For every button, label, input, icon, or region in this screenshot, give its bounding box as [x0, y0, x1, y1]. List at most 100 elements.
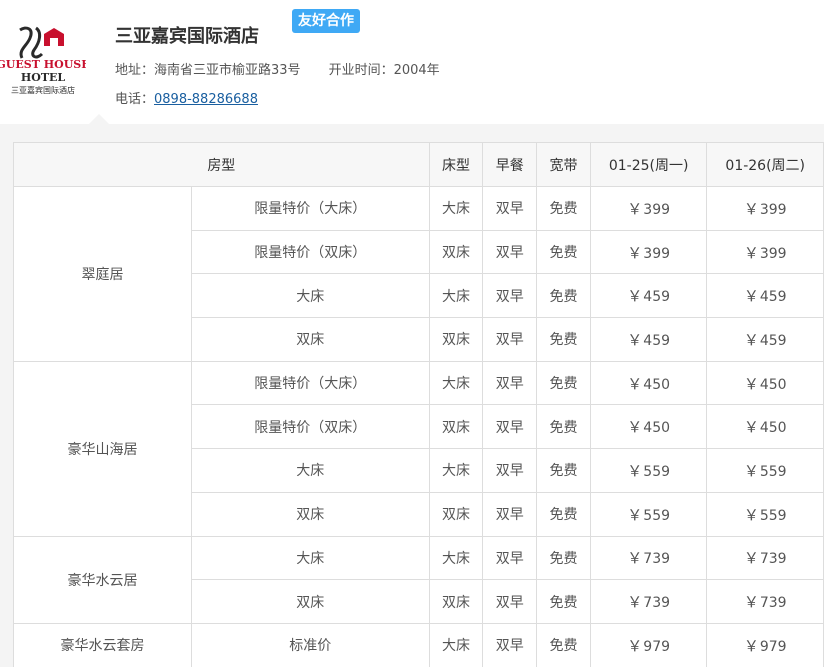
price-value: 459	[643, 332, 671, 349]
currency-symbol: ￥	[743, 330, 759, 349]
price-date-2[interactable]: ￥399	[706, 229, 824, 275]
price-date-2[interactable]: ￥739	[706, 535, 824, 581]
price-value: 450	[643, 420, 671, 437]
price-value: 399	[643, 201, 671, 218]
internet: 免费	[536, 579, 591, 624]
svg-text:三亚嘉宾国际酒店: 三亚嘉宾国际酒店	[11, 85, 75, 95]
price-date-2[interactable]: ￥450	[706, 360, 824, 406]
hotel-header: GUEST HOUSE HOTEL 三亚嘉宾国际酒店 三亚嘉宾国际酒店 友好合作…	[0, 0, 824, 124]
price-date-2[interactable]: ￥399	[706, 186, 824, 231]
price-value: 979	[643, 638, 671, 655]
header-room-type: 房型	[13, 142, 430, 187]
internet: 免费	[536, 404, 591, 450]
currency-symbol: ￥	[743, 199, 759, 218]
svg-text:HOTEL: HOTEL	[21, 71, 66, 84]
bed-type: 双床	[428, 404, 484, 450]
currency-symbol: ￥	[743, 593, 759, 612]
price-value: 559	[643, 463, 671, 480]
price-date-2[interactable]: ￥979	[706, 622, 824, 667]
price-date-1[interactable]: ￥399	[589, 229, 708, 275]
address-line: 地址：海南省三亚市榆亚路33号 开业时间：2004年	[115, 59, 440, 78]
currency-symbol: ￥	[743, 374, 759, 393]
price-value: 739	[643, 551, 671, 568]
rate-plan: 双床	[190, 491, 430, 537]
rate-plan: 标准价	[190, 622, 430, 667]
rate-plan: 大床	[190, 273, 430, 319]
room-type-name[interactable]: 翠庭居	[13, 186, 192, 362]
price-date-1[interactable]: ￥559	[589, 448, 708, 493]
price-value: 399	[759, 201, 787, 218]
currency-symbol: ￥	[627, 549, 643, 568]
currency-symbol: ￥	[627, 330, 643, 349]
breakfast: 双早	[482, 404, 538, 450]
breakfast: 双早	[482, 186, 538, 231]
breakfast: 双早	[482, 229, 538, 275]
price-value: 559	[643, 507, 671, 524]
price-value: 399	[643, 245, 671, 262]
hotel-name[interactable]: 三亚嘉宾国际酒店	[115, 22, 259, 48]
price-date-1[interactable]: ￥739	[589, 535, 708, 581]
hotel-logo: GUEST HOUSE HOTEL 三亚嘉宾国际酒店	[0, 24, 90, 98]
price-date-2[interactable]: ￥459	[706, 273, 824, 319]
price-date-1[interactable]: ￥979	[589, 622, 708, 667]
bed-type: 双床	[428, 229, 484, 275]
rate-plan: 大床	[190, 448, 430, 493]
currency-symbol: ￥	[627, 374, 643, 393]
price-date-2[interactable]: ￥559	[706, 491, 824, 537]
currency-symbol: ￥	[627, 461, 643, 480]
table-row: 翠庭居 限量特价（大床） 大床 双早 免费 ￥399 ￥399	[13, 186, 824, 362]
price-value: 739	[759, 551, 787, 568]
breakfast: 双早	[482, 491, 538, 537]
price-date-1[interactable]: ￥399	[589, 186, 708, 231]
price-date-2[interactable]: ￥459	[706, 317, 824, 362]
internet: 免费	[536, 491, 591, 537]
phone-link[interactable]: 0898-88286688	[154, 92, 258, 107]
price-date-2[interactable]: ￥739	[706, 579, 824, 624]
bed-type: 大床	[428, 186, 484, 231]
currency-symbol: ￥	[743, 549, 759, 568]
room-type-name[interactable]: 豪华水云套房	[13, 622, 192, 667]
partner-badge: 友好合作	[292, 9, 360, 33]
room-type-name[interactable]: 豪华山海居	[13, 360, 192, 537]
rate-plan: 大床	[190, 535, 430, 581]
price-date-1[interactable]: ￥450	[589, 404, 708, 450]
currency-symbol: ￥	[743, 505, 759, 524]
table-row: 豪华水云居 大床 大床 双早 免费 ￥739 ￥739	[13, 535, 824, 624]
currency-symbol: ￥	[627, 418, 643, 437]
header-bed-type: 床型	[428, 142, 484, 187]
address-label: 地址：	[115, 63, 155, 78]
price-date-2[interactable]: ￥450	[706, 404, 824, 450]
breakfast: 双早	[482, 448, 538, 493]
room-type-name[interactable]: 豪华水云居	[13, 535, 192, 624]
price-date-1[interactable]: ￥450	[589, 360, 708, 406]
breakfast: 双早	[482, 579, 538, 624]
phone-line: 电话：0898-88286688	[115, 88, 258, 107]
svg-text:GUEST HOUSE: GUEST HOUSE	[0, 58, 86, 71]
address-value: 海南省三亚市榆亚路33号	[154, 63, 301, 78]
phone-label: 电话：	[115, 92, 155, 107]
price-date-1[interactable]: ￥559	[589, 491, 708, 537]
table-body: 翠庭居 限量特价（大床） 大床 双早 免费 ￥399 ￥399 限量特价（双床） 双床 双早 免费 ￥…	[13, 186, 824, 667]
bed-type: 大床	[428, 360, 484, 406]
rate-plan: 限量特价（双床）	[190, 229, 430, 275]
price-value: 459	[643, 289, 671, 306]
currency-symbol: ￥	[743, 243, 759, 262]
internet: 免费	[536, 273, 591, 319]
breakfast: 双早	[482, 360, 538, 406]
price-value: 450	[759, 420, 787, 437]
internet: 免费	[536, 186, 591, 231]
currency-symbol: ￥	[627, 636, 643, 655]
currency-symbol: ￥	[743, 636, 759, 655]
currency-symbol: ￥	[627, 505, 643, 524]
price-date-1[interactable]: ￥459	[589, 317, 708, 362]
opening-value: 2004年	[393, 63, 440, 78]
internet: 免费	[536, 360, 591, 406]
opening-label: 开业时间：	[328, 63, 394, 78]
internet: 免费	[536, 622, 591, 667]
price-date-1[interactable]: ￥459	[589, 273, 708, 319]
price-date-2[interactable]: ￥559	[706, 448, 824, 493]
price-date-1[interactable]: ￥739	[589, 579, 708, 624]
table-row: 豪华水云套房 标准价 大床 双早 免费 ￥979 ￥979	[13, 622, 824, 667]
price-value: 459	[759, 289, 787, 306]
price-value: 979	[759, 638, 787, 655]
